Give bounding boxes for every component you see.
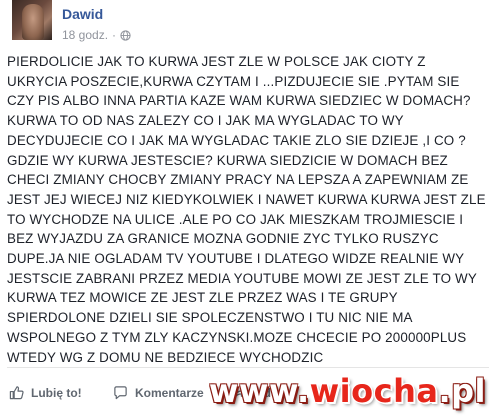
post-text-line: WTEDY WG Z DOMU NE BEDZIECE WYCHODZIC: [7, 349, 324, 365]
post-text-line: KURWA TO OD NAS ZALEZY CO I JAK MA WYGLA…: [7, 113, 404, 129]
post-text-line: CZY PIS ALBO INNA PARTIA KAZE WAM KURWA …: [7, 93, 471, 109]
author-name[interactable]: Dawid: [62, 6, 103, 22]
like-button[interactable]: Lubię to!: [9, 385, 82, 400]
post-text-line: UKRYCIA POSZECIE,KURWA CZYTAM I ...PIZDU…: [7, 73, 460, 89]
like-label: Lubię to!: [31, 385, 82, 400]
post-text-line: SPIERDOLONE DZIELI SIE SPOLECZENSTWO I T…: [7, 310, 413, 326]
post-text-line: BEZ WYJAZDU ZA GRANICE MOZNA GODNIE ZYC …: [7, 231, 439, 247]
facebook-post: Dawid 18 godz. · PIERDOLICIE JAK TO KURW…: [0, 0, 496, 419]
post-text-line: PIERDOLICIE JAK TO KURWA JEST ZLE W POLS…: [7, 54, 426, 69]
post-text-line: DUPE.JA NIE OGLADAM TV YOUTUBE I DLATEGO…: [7, 251, 465, 267]
comment-label: Komentarze: [135, 385, 204, 400]
watermark-logo: www.wiocha.pl: [208, 372, 486, 410]
post-text-line: DECYDUJECIE CO I JAK MA WYGLADAC TAKIE Z…: [7, 132, 466, 148]
comment-button[interactable]: Komentarze: [113, 385, 204, 400]
post-body: PIERDOLICIE JAK TO KURWA JEST ZLE W POLS…: [7, 52, 493, 367]
post-text-line: WSPOLNEGO Z TYM ZLY KACZYNSKI.MOZE CHCEC…: [7, 329, 467, 345]
post-text-line: GDZIE WY KURWA JESTESCIE? KURWA SIEDZICI…: [7, 152, 448, 168]
post-text-line: CHECI ZMIANY CHOCBY ZMIANY PRACY NA LEPS…: [7, 172, 469, 188]
post-timestamp[interactable]: 18 godz.: [62, 28, 108, 42]
thumbs-up-icon: [9, 386, 24, 400]
avatar[interactable]: [12, 0, 52, 40]
dot-separator: ·: [112, 28, 117, 42]
post-text-line: TO WYCHODZE NA ULICE .ALE PO CO JAK MIES…: [7, 211, 464, 227]
divider: [7, 367, 489, 368]
post-text-line: JESTSCIE ZABRANI PRZEZ MEDIA YOUTUBE MOW…: [7, 270, 477, 286]
comment-icon: [114, 386, 127, 400]
post-text-line: KURWA TEZ MOWICE ZE JEST ZLE PRZEZ WAS I…: [7, 290, 398, 306]
post-meta: 18 godz. ·: [62, 28, 131, 42]
post-text-line: JEST JEJ WIECEJ NIZ KIEDYKOLWIEK I NAWET…: [7, 191, 486, 207]
globe-icon[interactable]: [120, 29, 131, 41]
